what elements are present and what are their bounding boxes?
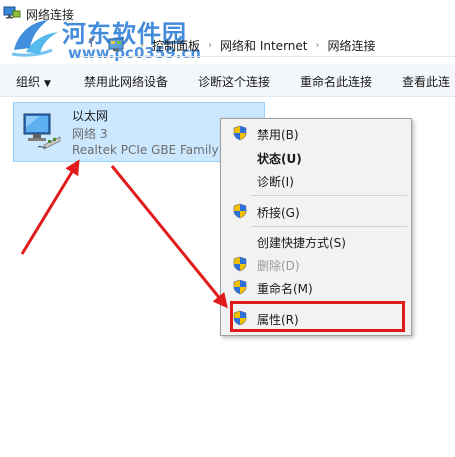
organize-button[interactable]: 组织 ▼ [16, 73, 51, 90]
control-panel-icon [108, 38, 124, 51]
menu-separator [251, 195, 407, 196]
chevron-right-icon[interactable]: › [140, 40, 144, 51]
menu-item-delete-label: 删除(D) [257, 259, 300, 273]
breadcrumb-network-connections[interactable]: 网络连接 [327, 37, 375, 54]
ethernet-adapter-icon [23, 113, 61, 150]
menu-item-rename-label: 重命名(M) [257, 282, 313, 296]
command-bar: 组织 ▼ 禁用此网络设备 诊断这个连接 重命名此连接 查看此连 [0, 64, 455, 97]
organize-label: 组织 [16, 75, 41, 89]
address-bar[interactable]: ↑ › 控制面板 › 网络和 Internet › 网络连接 [80, 34, 455, 57]
uac-shield-icon [233, 203, 247, 219]
menu-item-create-shortcut-label: 创建快捷方式(S) [257, 236, 346, 250]
chevron-right-icon[interactable]: › [315, 40, 319, 51]
uac-shield-icon [233, 256, 247, 272]
menu-item-bridge-label: 桥接(G) [257, 206, 300, 220]
menu-item-delete[interactable]: 删除(D) [221, 253, 411, 275]
caret-down-icon: ▼ [44, 79, 51, 89]
rename-button[interactable]: 重命名此连接 [300, 73, 372, 90]
diagnose-button[interactable]: 诊断这个连接 [198, 73, 270, 90]
menu-item-bridge[interactable]: 桥接(G) [221, 200, 411, 222]
menu-item-status[interactable]: 状态(U) [221, 146, 411, 168]
chevron-right-icon[interactable]: › [208, 40, 212, 51]
watermark-logo-icon [11, 20, 58, 57]
breadcrumb-control-panel[interactable]: 控制面板 [152, 37, 200, 54]
breadcrumb-network-internet[interactable]: 网络和 Internet [220, 37, 307, 54]
menu-item-status-label: 状态(U) [257, 152, 302, 166]
menu-separator [251, 226, 407, 227]
up-arrow-icon[interactable]: ↑ [86, 36, 97, 51]
uac-shield-icon [233, 125, 247, 141]
annotation-arrow-to-properties [110, 165, 228, 309]
disable-device-button[interactable]: 禁用此网络设备 [84, 73, 168, 90]
menu-item-disable-label: 禁用(B) [257, 128, 299, 142]
menu-item-diagnose-label: 诊断(I) [257, 175, 294, 189]
menu-item-rename[interactable]: 重命名(M) [221, 276, 411, 298]
annotation-highlight-box [230, 301, 405, 332]
connection-network: 网络 3 [72, 127, 108, 141]
annotation-arrow-to-tile [20, 159, 80, 255]
breadcrumb: › 控制面板 › 网络和 Internet › 网络连接 [132, 37, 376, 54]
menu-item-diagnose[interactable]: 诊断(I) [221, 169, 411, 191]
menu-item-create-shortcut[interactable]: 创建快捷方式(S) [221, 230, 411, 252]
connection-adapter: Realtek PCIe GBE Family C [72, 143, 231, 157]
uac-shield-icon [233, 279, 247, 295]
connection-name: 以太网 [72, 109, 109, 123]
menu-item-disable[interactable]: 禁用(B) [221, 122, 411, 144]
view-status-button[interactable]: 查看此连 [402, 73, 450, 90]
